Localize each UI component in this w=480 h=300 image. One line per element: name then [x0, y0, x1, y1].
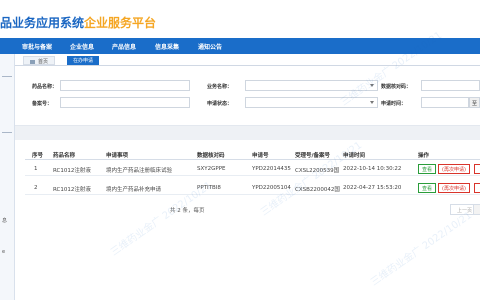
sidebar-divider	[2, 132, 12, 133]
date-range-separator: 至	[469, 97, 480, 108]
row-no: 1	[34, 166, 38, 172]
column-header-apply-no: 申请号	[252, 153, 269, 159]
view-button[interactable]: 查看	[418, 183, 437, 193]
row-no: 2	[34, 185, 38, 191]
pagination-summary: 共 2 条，每页	[170, 208, 205, 214]
nav-item-notices[interactable]: 通知公告	[198, 42, 222, 51]
chevron-down-icon	[370, 84, 374, 87]
data-verify-code-input[interactable]	[421, 80, 480, 91]
apply-time-label: 申请时间：	[381, 101, 407, 107]
data-verify-code-label: 数据核对码：	[381, 84, 412, 90]
applications-table: 序号 药品名称 申请事项 数据核对码 申请号 受理号/备案号 申请时间 操作 1…	[25, 140, 480, 300]
content-separator	[15, 126, 480, 140]
drug-name-label: 药品名称：	[32, 84, 58, 90]
apply-status-select[interactable]	[245, 97, 378, 108]
filing-no-input[interactable]	[60, 97, 190, 108]
tab-bar: 首页 在办申请	[15, 54, 480, 66]
filing-no-label: 备案号：	[32, 101, 53, 107]
table-row: 1 RC1012注射液 境内生产药品注册临床试验 SXY2GPPE YPD220…	[25, 162, 480, 176]
row-apply-item: 境内生产药品补充申请	[106, 187, 162, 193]
nav-item-info-collection[interactable]: 信息采集	[155, 42, 179, 51]
row-data-code: PPTITBI8	[197, 185, 221, 191]
drug-name-input[interactable]	[60, 80, 190, 91]
chevron-down-icon	[370, 101, 374, 104]
app-title: 品业务应用系统	[0, 16, 85, 30]
sidebar: 息 e	[0, 54, 15, 300]
app-subtitle: 企业服务平台	[84, 16, 157, 30]
apply-status-label: 申请状态：	[207, 101, 233, 107]
tab-home[interactable]: 首页	[23, 56, 56, 65]
nav-item-product-info[interactable]: 产品信息	[112, 42, 136, 51]
reapply-button[interactable]: (再次申请)	[438, 164, 470, 174]
top-navigation: 审批与备案 企业信息 产品信息 信息采集 通知公告	[0, 38, 480, 54]
app-header: 品业务应用系统 企业服务平台	[0, 0, 480, 38]
table-row: 2 RC1012注射液 境内生产药品补充申请 PPTITBI8 YPD22005…	[25, 181, 480, 195]
column-header-drug-name: 药品名称	[53, 153, 76, 159]
column-header-actions: 操作	[418, 153, 430, 159]
column-header-data-code: 数据核对码	[197, 153, 225, 159]
row-apply-no: YPD22014435	[252, 166, 291, 172]
more-action-button[interactable]	[474, 164, 480, 174]
home-icon	[30, 60, 35, 64]
row-data-code: SXY2GPPE	[197, 166, 226, 172]
row-apply-time: 2022-04-27 15:53:20	[343, 185, 402, 191]
page-number-box[interactable]	[473, 204, 480, 215]
row-accept-no: CXSL2200539国	[295, 168, 340, 174]
sidebar-item-label[interactable]: 息	[2, 217, 7, 224]
row-apply-item: 境内生产药品注册临床试验	[106, 168, 173, 174]
row-apply-no: YPD22005104	[252, 185, 291, 191]
tab-pending-applications[interactable]: 在办申请	[67, 56, 100, 65]
view-button[interactable]: 查看	[418, 164, 437, 174]
filter-panel: 药品名称： 业务名称： 数据核对码： 备案号： 申请状态： 申请时间： 至	[15, 66, 480, 126]
more-action-button[interactable]	[474, 183, 480, 193]
tab-home-label: 首页	[38, 59, 49, 65]
row-drug-name: RC1012注射液	[53, 187, 91, 193]
business-type-select[interactable]	[245, 80, 378, 91]
column-header-apply-time: 申请时间	[343, 153, 366, 159]
column-header-accept-no: 受理号/备案号	[295, 153, 331, 159]
apply-time-start-input[interactable]	[421, 97, 469, 108]
reapply-button[interactable]: (再次申请)	[438, 183, 470, 193]
row-accept-no: CXSB2200042国	[295, 187, 340, 193]
business-type-label: 业务名称：	[207, 84, 233, 90]
table-header-row: 序号 药品名称 申请事项 数据核对码 申请号 受理号/备案号 申请时间 操作	[25, 148, 480, 160]
column-header-apply-item: 申请事项	[106, 153, 129, 159]
nav-item-approval-filing[interactable]: 审批与备案	[22, 42, 52, 51]
column-header-no: 序号	[32, 153, 44, 159]
row-drug-name: RC1012注射液	[53, 168, 91, 174]
row-apply-time: 2022-10-14 10:30:22	[343, 166, 402, 172]
sidebar-item-label[interactable]: e	[2, 249, 5, 255]
sidebar-divider	[2, 76, 12, 77]
nav-item-company-info[interactable]: 企业信息	[70, 42, 94, 51]
